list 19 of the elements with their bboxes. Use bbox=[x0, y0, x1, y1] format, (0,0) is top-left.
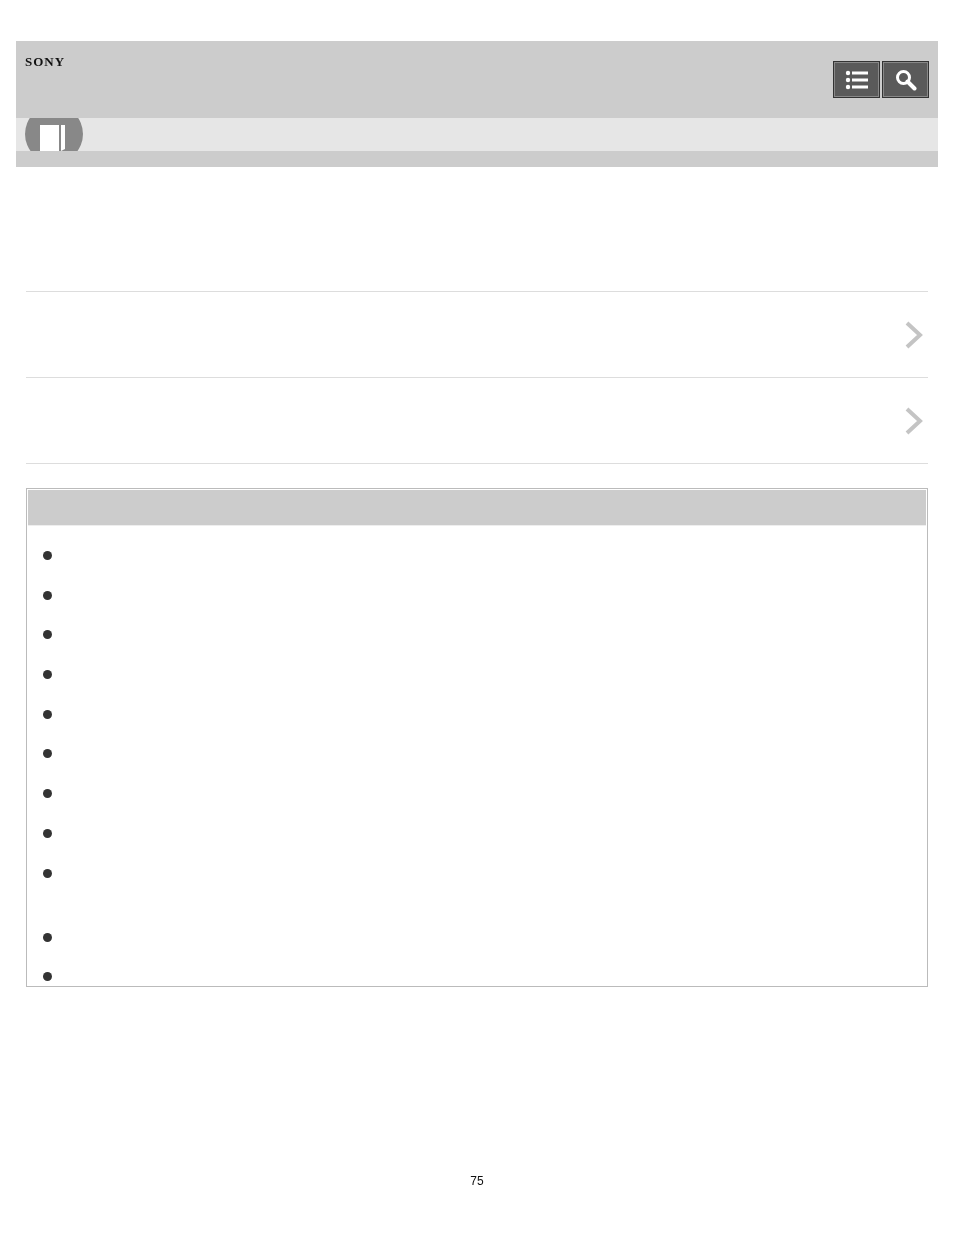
bullet-icon bbox=[43, 670, 52, 680]
chevron-right-icon bbox=[904, 319, 924, 350]
sony-logo: SONY bbox=[25, 54, 66, 70]
bullet-icon bbox=[43, 789, 52, 799]
bullet-icon bbox=[43, 932, 52, 942]
bullet-icon bbox=[43, 709, 52, 719]
bullet-icon bbox=[43, 749, 52, 759]
list-icon bbox=[844, 69, 869, 90]
search-button[interactable] bbox=[882, 61, 929, 98]
bullet-icon bbox=[43, 590, 52, 600]
bullet-icon bbox=[43, 630, 52, 640]
page-number: 75 bbox=[470, 1174, 484, 1188]
bullet-icon bbox=[43, 868, 52, 878]
bullet-icon bbox=[43, 972, 52, 982]
bullet-icon bbox=[43, 551, 52, 560]
bullet-icon bbox=[43, 828, 52, 838]
search-icon bbox=[894, 68, 917, 91]
chevron-right-icon bbox=[904, 405, 924, 436]
menu-button[interactable] bbox=[833, 61, 880, 98]
